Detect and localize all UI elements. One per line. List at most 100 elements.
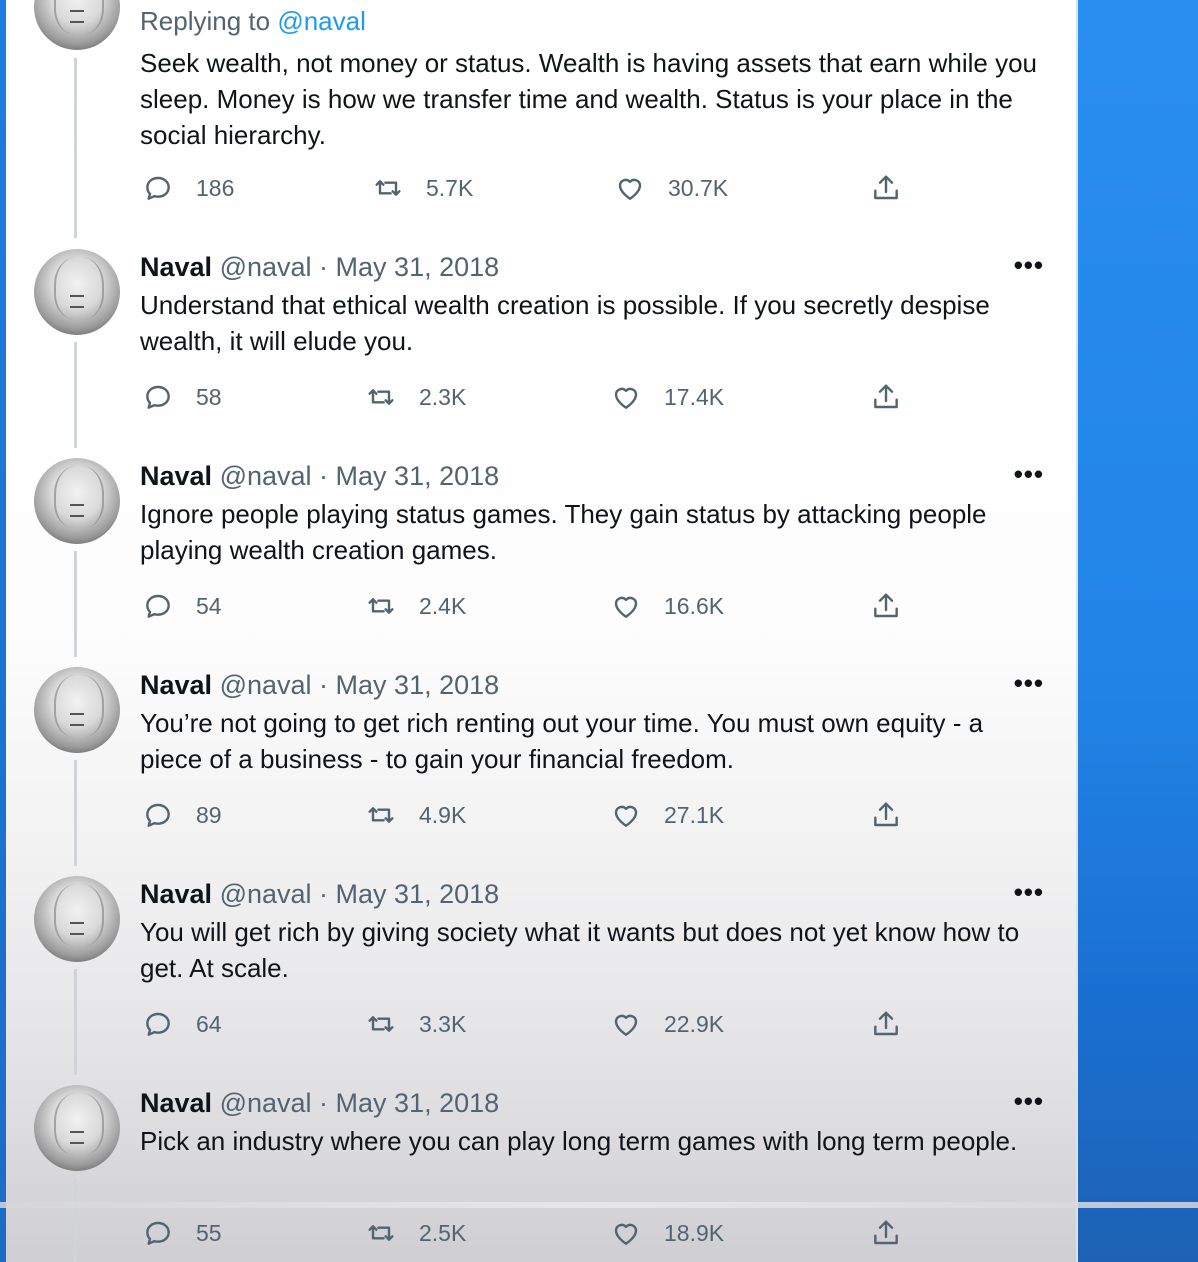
share-button[interactable] [870, 1217, 902, 1249]
author-handle[interactable]: @naval [220, 461, 312, 491]
more-options-icon[interactable]: ••• [1014, 670, 1044, 696]
share-button[interactable] [870, 590, 902, 622]
more-options-icon[interactable]: ••• [1014, 461, 1044, 487]
more-options-icon[interactable]: ••• [1014, 252, 1044, 278]
panel-border [1076, 0, 1078, 1262]
retweet-count: 4.9K [419, 801, 467, 828]
reply-icon [142, 172, 174, 204]
more-options-icon[interactable]: ••• [1014, 879, 1044, 905]
tweet-date[interactable]: May 31, 2018 [336, 879, 500, 909]
reply-count: 55 [196, 1219, 222, 1246]
avatar[interactable] [34, 1085, 120, 1171]
share-icon [870, 590, 902, 622]
separator: · [311, 670, 336, 700]
tweet-text: You’re not going to get rich renting out… [140, 708, 984, 774]
reply-icon [142, 381, 174, 413]
reply-count: 89 [196, 801, 222, 828]
tweet: Naval @naval · May 31, 2018 ••• Understa… [140, 252, 1050, 359]
author-handle[interactable]: @naval [220, 670, 312, 700]
reply-button[interactable]: 55 [142, 1217, 222, 1249]
share-button[interactable] [870, 799, 902, 831]
reply-button[interactable]: 54 [142, 590, 222, 622]
tweet-text: Pick an industry where you can play long… [140, 1126, 1018, 1156]
reply-icon [142, 1008, 174, 1040]
like-icon [614, 172, 646, 204]
reply-icon [142, 799, 174, 831]
like-button[interactable]: 27.1K [610, 799, 724, 831]
reply-count: 58 [196, 383, 222, 410]
thread-line [74, 342, 77, 448]
author-name[interactable]: Naval [140, 1088, 212, 1118]
thread-line [74, 760, 77, 866]
reply-button[interactable]: 58 [142, 381, 222, 413]
retweet-button[interactable]: 2.3K [365, 381, 466, 413]
share-icon [870, 172, 902, 204]
reply-button[interactable]: 64 [142, 1008, 222, 1040]
like-button[interactable]: 22.9K [610, 1008, 724, 1040]
like-button[interactable]: 18.9K [610, 1217, 724, 1249]
retweet-button[interactable]: 2.5K [365, 1217, 466, 1249]
retweet-icon [372, 172, 404, 204]
avatar[interactable] [34, 249, 120, 335]
replying-to: Replying to @naval [140, 6, 1050, 37]
retweet-count: 3.3K [419, 1010, 467, 1037]
retweet-count: 2.4K [419, 592, 467, 619]
tweet: Naval @naval · May 31, 2018 ••• You will… [140, 879, 1050, 986]
retweet-icon [365, 799, 397, 831]
share-button[interactable] [870, 381, 902, 413]
avatar[interactable] [34, 0, 120, 50]
author-name[interactable]: Naval [140, 879, 212, 909]
thread-line [74, 1178, 77, 1262]
avatar[interactable] [34, 876, 120, 962]
tweet: Naval @naval · May 31, 2018 ••• You’re n… [140, 670, 1050, 777]
author-handle[interactable]: @naval [220, 252, 312, 282]
tweet-actions: 55 2.5K 18.9K [140, 1217, 940, 1257]
author-handle[interactable]: @naval [220, 1088, 312, 1118]
separator: · [311, 252, 336, 282]
tweet-date[interactable]: May 31, 2018 [336, 461, 500, 491]
avatar[interactable] [34, 458, 120, 544]
like-icon [610, 799, 642, 831]
tweet-date[interactable]: May 31, 2018 [336, 670, 500, 700]
like-count: 22.9K [664, 1010, 725, 1037]
retweet-count: 2.5K [419, 1219, 467, 1246]
tweet-thread-panel: Replying to @naval Seek wealth, not mone… [6, 0, 1078, 1262]
share-icon [870, 381, 902, 413]
reply-icon [142, 590, 174, 622]
reply-count: 64 [196, 1010, 222, 1037]
tweet-actions: 64 3.3K 22.9K [140, 1008, 940, 1048]
retweet-button[interactable]: 2.4K [365, 590, 466, 622]
tweet-actions: 58 2.3K 17.4K [140, 381, 940, 421]
tweet-actions: 54 2.4K 16.6K [140, 590, 940, 630]
replying-label: Replying to [140, 6, 271, 36]
like-button[interactable]: 16.6K [610, 590, 724, 622]
replying-handle-link[interactable]: @naval [277, 6, 366, 36]
retweet-button[interactable]: 3.3K [365, 1008, 466, 1040]
tweet-top: Replying to @naval Seek wealth, not mone… [140, 6, 1050, 153]
like-button[interactable]: 17.4K [610, 381, 724, 413]
tweet-date[interactable]: May 31, 2018 [336, 252, 500, 282]
tweet-header: Naval @naval · May 31, 2018 [140, 461, 1050, 492]
like-icon [610, 1008, 642, 1040]
tweet-date[interactable]: May 31, 2018 [336, 1088, 500, 1118]
like-count: 27.1K [664, 801, 725, 828]
like-button[interactable]: 30.7K [614, 172, 728, 204]
tweet-header: Naval @naval · May 31, 2018 [140, 1088, 1050, 1119]
author-name[interactable]: Naval [140, 461, 212, 491]
tweet-text: Seek wealth, not money or status. Wealth… [140, 48, 1037, 150]
retweet-button[interactable]: 4.9K [365, 799, 466, 831]
retweet-button[interactable]: 5.7K [372, 172, 473, 204]
reply-button[interactable]: 186 [142, 172, 234, 204]
like-icon [610, 1217, 642, 1249]
share-button[interactable] [870, 1008, 902, 1040]
reply-count: 54 [196, 592, 222, 619]
author-handle[interactable]: @naval [220, 879, 312, 909]
avatar[interactable] [34, 667, 120, 753]
retweet-icon [365, 381, 397, 413]
share-button[interactable] [870, 172, 902, 204]
tweet-text: You will get rich by giving society what… [140, 917, 1020, 983]
author-name[interactable]: Naval [140, 252, 212, 282]
reply-button[interactable]: 89 [142, 799, 222, 831]
more-options-icon[interactable]: ••• [1014, 1088, 1044, 1114]
author-name[interactable]: Naval [140, 670, 212, 700]
